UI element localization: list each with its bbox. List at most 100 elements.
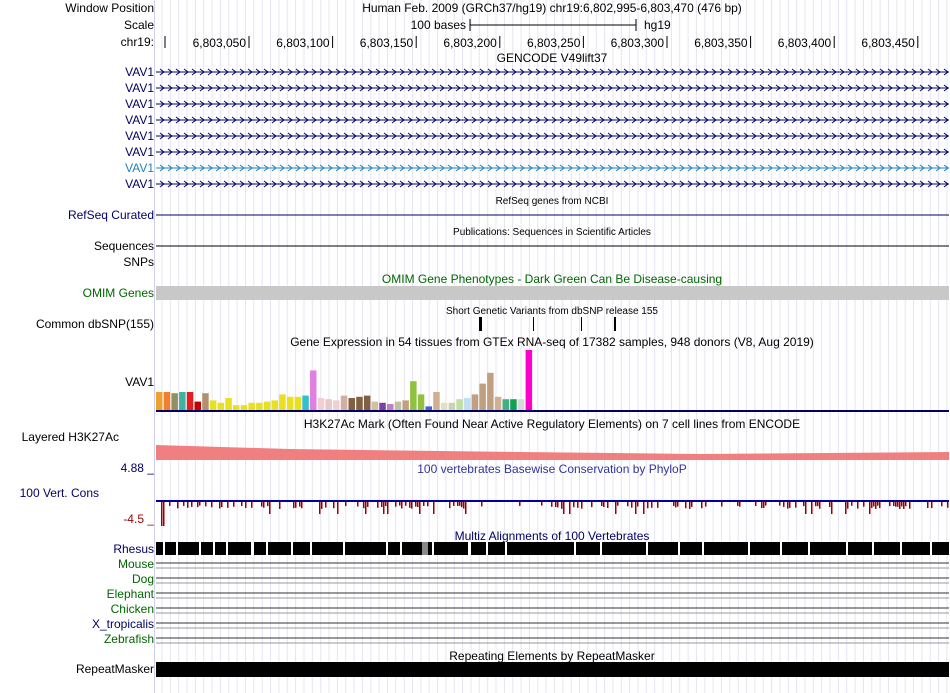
assembly-position-text: Human Feb. 2009 (GRCh37/hg19) chr19:6,80… [362,1,742,15]
gtex-tissue-bar[interactable] [348,398,356,410]
gtex-tissue-bar[interactable] [525,350,533,410]
gtex-tissue-bar[interactable] [410,381,417,410]
gtex-tissue-bar[interactable] [433,392,440,410]
gtex-tissue-bar[interactable] [317,398,325,410]
phylop-neg-bar [557,502,559,508]
scale-db-text: hg19 [644,18,671,32]
gtex-tissue-bar[interactable] [379,402,386,410]
gtex-tissue-bar[interactable] [202,393,209,410]
phylop-neg-bar [367,502,369,507]
gtex-tissue-bar[interactable] [340,395,348,410]
omim-track-title: OMIM Gene Phenotypes - Dark Green Can Be… [382,272,722,286]
phylop-neg-bar [851,502,853,506]
gtex-tissue-bar[interactable] [294,396,302,410]
ruler-tick-label: 6,803,050 [193,36,247,50]
gtex-tissue-bar[interactable] [517,399,525,410]
refseq-track-title: RefSeq genes from NCBI [496,196,609,207]
snp-mark[interactable] [479,317,482,331]
gtex-tissue-bar[interactable] [209,400,217,410]
phylop-neg-bar [551,502,553,507]
snp-mark[interactable] [614,317,616,331]
phylop-track-title: 100 vertebrates Basewise Conservation by… [417,462,686,476]
gtex-tissue-bar[interactable] [363,395,371,410]
gtex-tissue-bar[interactable] [494,396,502,410]
multiz-rhesus-row[interactable] [156,542,949,555]
phylop-neg-bar [395,502,397,507]
phylop-neg-bar [705,502,707,507]
gtex-tissue-bar[interactable] [256,402,263,410]
gtex-tissue-bar[interactable] [163,392,171,410]
phylop-neg-bar [847,502,849,509]
gtex-tissue-bar[interactable] [456,399,463,410]
gtex-tissue-bar[interactable] [271,400,279,410]
gtex-tissue-bar[interactable] [217,402,225,410]
phylop-neg-bar [363,502,365,509]
gtex-tissue-bar[interactable] [448,402,456,410]
phylop-neg-bar [871,502,873,508]
gtex-tissue-bar[interactable] [286,396,294,410]
gtex-tissue-bar[interactable] [487,372,494,410]
phylop-neg-bar [651,502,653,508]
gtex-tissue-bar[interactable] [479,383,486,410]
base-position-ruler[interactable]: 6,803,050 6,803,100 6,803,150 6,803,200 6,80… [164,36,919,50]
gtex-tissue-bar[interactable] [402,400,409,410]
gtex-tissue-bar[interactable] [194,401,202,410]
phylop-neg-bar [191,502,193,507]
phylop-neg-bar [415,502,417,507]
gtex-tissue-bar[interactable] [240,405,248,410]
phylop-neg-bar [295,502,297,508]
phylop-neg-bar [577,502,579,508]
repeatmasker-element[interactable] [156,662,949,677]
gtex-tissue-bar[interactable] [502,399,510,410]
phylop-neg-bar [857,502,859,509]
genome-browser-image[interactable]: Human Feb. 2009 (GRCh37/hg19) chr19:6,80… [0,0,950,693]
phylop-neg-bar [241,502,243,506]
phylop-neg-bar [779,502,781,506]
gtex-tissue-bar[interactable] [156,392,163,410]
snp-mark[interactable] [581,317,582,331]
gtex-tissue-bar[interactable] [417,394,425,410]
gtex-tissue-bar[interactable] [233,405,240,410]
gtex-tissue-bar[interactable] [225,398,232,410]
gtex-tissue-bar[interactable] [186,392,194,410]
phylop-neg-bar [417,502,419,507]
gtex-tissue-bar[interactable] [171,393,178,410]
omim-gene-bar[interactable] [156,286,949,300]
phylop-neg-bar [333,502,335,509]
gtex-tissue-bar[interactable] [471,394,479,410]
phylop-neg-bar [267,502,269,507]
scale-bar [469,19,637,31]
gtex-tissue-bar[interactable] [248,402,255,410]
phylop-neg-bar [187,502,189,508]
phylop-neg-bar [427,502,429,507]
phylop-neg-bar [617,502,619,506]
phylop-neg-bar [889,502,891,507]
phylop-neg-bar [803,502,805,507]
gtex-tissue-bar[interactable] [371,401,379,410]
phylop-neg-bar [739,502,741,507]
phylop-neg-bar [805,502,807,514]
phylop-neg-bar [401,502,403,509]
gtex-tissue-bar[interactable] [302,395,309,410]
snp-mark[interactable] [533,317,534,331]
gtex-tissue-bar[interactable] [325,399,332,410]
gtex-tissue-bar[interactable] [440,402,448,410]
phylop-neg-bar [647,502,649,509]
phylop-neg-bar [299,502,301,507]
gtex-tissue-bar[interactable] [464,398,471,410]
gtex-tissue-bar[interactable] [356,396,363,410]
gtex-tissue-bar[interactable] [425,406,433,410]
gtex-tissue-bar[interactable] [279,394,286,410]
gtex-tissue-bar[interactable] [394,401,402,410]
dbsnp-variants[interactable] [479,317,616,331]
gtex-tissue-bar[interactable] [179,392,186,410]
gtex-tissue-bar[interactable] [510,399,517,410]
gtex-tissue-bar[interactable] [263,401,271,410]
phylop-neg-bar [337,502,339,514]
gtex-tissue-bar[interactable] [310,370,317,410]
phylop-neg-bar [755,502,757,506]
gtex-tissue-bar[interactable] [387,404,394,410]
phylop-neg-bar [345,502,347,507]
phylop-neg-bar [631,502,633,508]
gtex-tissue-bar[interactable] [333,400,340,410]
